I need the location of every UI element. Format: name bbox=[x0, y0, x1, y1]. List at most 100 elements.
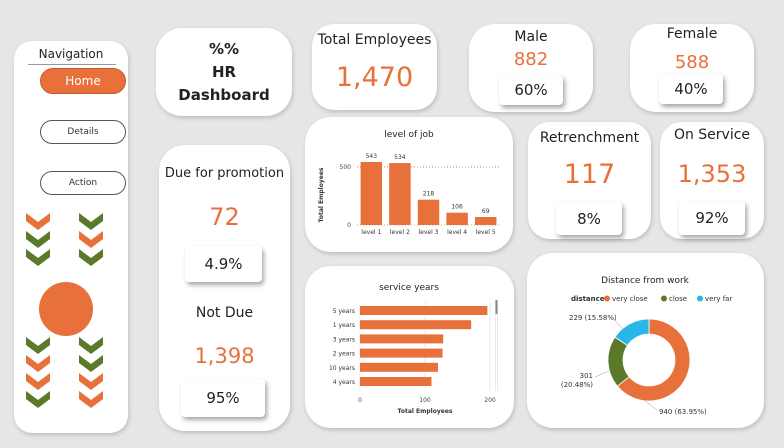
service-years-chart: service years 0 100 200 5 years 1 years 3 year… bbox=[329, 283, 498, 415]
on-service-value: 1,353 bbox=[677, 160, 747, 188]
y-tick-label: 3 years bbox=[333, 336, 355, 343]
data-label: 229 (15.58%) bbox=[569, 314, 617, 322]
chevron-down-icon bbox=[26, 373, 50, 390]
x-tick-label: level 3 bbox=[419, 229, 439, 236]
chevron-down-icon bbox=[79, 213, 103, 230]
bar bbox=[360, 306, 488, 315]
leader-line bbox=[594, 370, 610, 378]
chart-title: Distance from work bbox=[601, 276, 690, 286]
due-promotion-percent-chip: 4.9% bbox=[185, 246, 262, 282]
level-of-job-card: level of job Total Employees 0 500 543 level … bbox=[305, 117, 513, 252]
nav-home-button[interactable]: Home bbox=[40, 68, 126, 94]
promotion-card: Due for promotion 72 4.9% Not Due 1,398 … bbox=[159, 145, 290, 431]
female-value: 588 bbox=[674, 52, 710, 73]
male-card: Male 882 60% bbox=[469, 24, 593, 112]
not-due-percent-chip: 95% bbox=[181, 379, 265, 417]
total-employees-label: Total Employees bbox=[317, 32, 432, 48]
on-service-label: On Service bbox=[673, 127, 751, 143]
bar bbox=[360, 362, 438, 372]
title-line-1: %% bbox=[208, 40, 240, 58]
navigation-divider bbox=[28, 64, 116, 65]
page-title: Dashboard bbox=[178, 86, 270, 104]
x-tick-label: level 4 bbox=[447, 229, 467, 236]
distance-from-work-card: Distance from work distance very close clos… bbox=[527, 253, 764, 428]
chevron-down-icon bbox=[26, 337, 50, 354]
x-tick-label: 100 bbox=[419, 397, 431, 404]
bar bbox=[389, 163, 411, 225]
leader-line bbox=[612, 317, 624, 330]
y-tick-label: 5 years bbox=[333, 308, 355, 315]
chevron-down-icon bbox=[26, 391, 50, 408]
legend-entry: very close bbox=[612, 295, 648, 303]
service-years-card: service years 0 100 200 5 years 1 years 3 year… bbox=[305, 266, 514, 428]
distance-from-work-chart: Distance from work distance very close clos… bbox=[561, 276, 733, 416]
data-label: 218 bbox=[423, 191, 435, 198]
bar bbox=[417, 199, 440, 225]
data-label: 940 (63.95%) bbox=[659, 408, 707, 416]
orange-circle-icon bbox=[39, 282, 93, 336]
y-tick-label: 2 years bbox=[333, 351, 355, 358]
x-axis-label: Total Employees bbox=[398, 408, 453, 415]
data-label: 301 (20.48%) bbox=[561, 372, 593, 389]
nav-details-button[interactable]: Details bbox=[40, 120, 126, 144]
bar bbox=[360, 377, 432, 386]
male-percent-chip: 60% bbox=[499, 75, 563, 105]
bar bbox=[360, 348, 443, 358]
navigation-panel: Navigation Home Details Action bbox=[14, 41, 128, 433]
y-tick-label: 10 years bbox=[329, 365, 355, 372]
bar bbox=[474, 216, 497, 225]
title-line-2: HR bbox=[211, 63, 237, 81]
level-of-job-chart: level of job Total Employees 0 500 543 level … bbox=[318, 130, 500, 236]
chevron-down-icon bbox=[26, 249, 50, 266]
y-tick-label: 0 bbox=[347, 222, 351, 229]
data-label: 106 bbox=[451, 204, 463, 211]
chart-title: level of job bbox=[384, 130, 434, 140]
navigation-title: Navigation bbox=[38, 47, 104, 61]
female-card: Female 588 40% bbox=[630, 24, 754, 112]
due-promotion-label: Due for promotion bbox=[164, 166, 285, 181]
x-tick-label: 200 bbox=[484, 397, 496, 404]
data-label: 69 bbox=[482, 208, 490, 215]
x-tick-label: level 5 bbox=[476, 229, 496, 236]
legend-title: distance bbox=[571, 295, 605, 303]
chart-title: service years bbox=[379, 283, 439, 293]
due-promotion-value: 72 bbox=[209, 203, 240, 231]
chevron-down-icon bbox=[79, 373, 103, 390]
legend-entry: close bbox=[669, 295, 687, 303]
legend-marker bbox=[604, 295, 610, 302]
on-service-percent-chip: 92% bbox=[679, 201, 745, 235]
female-percent-chip: 40% bbox=[659, 74, 723, 104]
retrenchment-label: Retrenchment bbox=[539, 130, 640, 146]
legend-marker bbox=[697, 295, 703, 302]
y-axis-label: Total Employees bbox=[318, 167, 325, 222]
chevron-down-icon bbox=[26, 355, 50, 372]
bar bbox=[446, 212, 468, 225]
chevron-down-icon bbox=[79, 231, 103, 248]
not-due-value: 1,398 bbox=[194, 344, 255, 368]
chevron-down-icon bbox=[26, 231, 50, 248]
not-due-label: Not Due bbox=[195, 305, 254, 321]
x-tick-label: level 1 bbox=[361, 229, 381, 236]
dashboard-title-card: %% HR Dashboard bbox=[156, 28, 292, 116]
retrenchment-percent-chip: 8% bbox=[556, 202, 622, 235]
x-tick-label: level 2 bbox=[390, 229, 410, 236]
decorative-chevron-art bbox=[26, 213, 103, 408]
bar bbox=[360, 334, 444, 344]
y-tick-label: 1 years bbox=[333, 322, 355, 329]
leader-line bbox=[644, 400, 658, 411]
retrenchment-value: 117 bbox=[563, 159, 616, 190]
on-service-card: On Service 1,353 92% bbox=[660, 122, 764, 239]
legend-entry: very far bbox=[705, 295, 732, 303]
nav-action-button[interactable]: Action bbox=[40, 171, 126, 195]
chevron-down-icon bbox=[79, 249, 103, 266]
y-tick-label: 4 years bbox=[333, 379, 355, 386]
chevron-down-icon bbox=[79, 391, 103, 408]
bar bbox=[360, 320, 472, 330]
x-tick-label: 0 bbox=[358, 397, 362, 404]
bar bbox=[360, 162, 383, 225]
data-label: 534 bbox=[394, 154, 406, 161]
retrenchment-card: Retrenchment 117 8% bbox=[528, 122, 651, 239]
y-tick-label: 500 bbox=[340, 164, 352, 171]
female-label: Female bbox=[666, 26, 718, 42]
total-employees-value: 1,470 bbox=[335, 62, 414, 93]
